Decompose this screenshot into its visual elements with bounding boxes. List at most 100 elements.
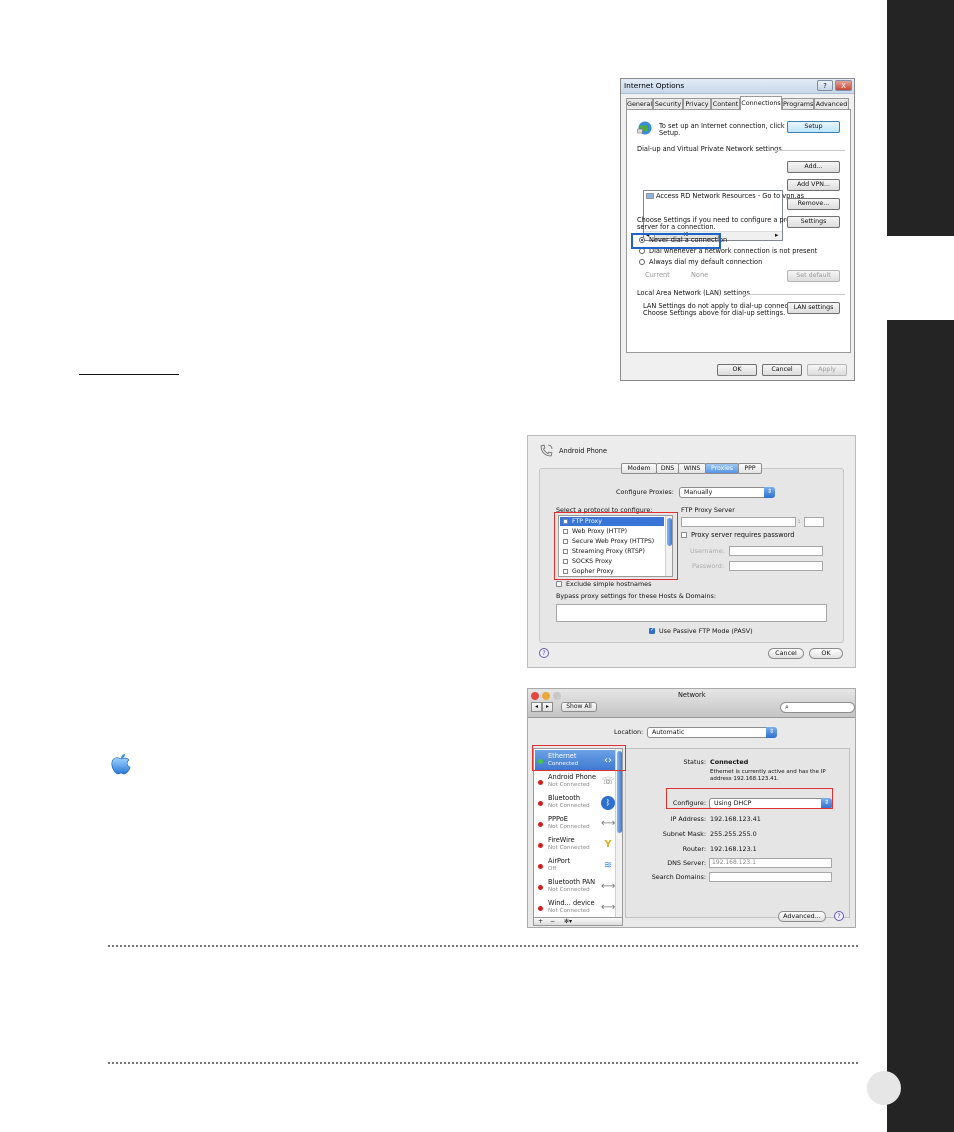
dialup-list-item[interactable]: Access RD Network Resources - Go to vpn.…	[656, 192, 804, 201]
tab-wins[interactable]: WINS	[678, 463, 706, 474]
gear-icon[interactable]: ✻▾	[564, 918, 572, 925]
service-airport[interactable]: AirPort Off ≋	[535, 855, 616, 876]
service-android-phone[interactable]: Android Phone Not Connected ☏	[535, 771, 616, 792]
service-bluetooth-pan[interactable]: Bluetooth PAN Not Connected ⟷	[535, 876, 616, 897]
advanced-button[interactable]: Advanced...	[778, 911, 826, 922]
add-button[interactable]: Add...	[787, 161, 840, 173]
set-default-button[interactable]: Set default	[787, 270, 840, 282]
proxy-server-input[interactable]	[681, 517, 796, 527]
service-pppoe[interactable]: PPPoE Not Connected ⟷	[535, 813, 616, 834]
tab-content[interactable]: Content	[711, 98, 740, 109]
ok-button[interactable]: OK	[717, 364, 757, 376]
arrows-icon: ⟷	[601, 902, 616, 913]
service-list[interactable]: Ethernet Connected ‹› Android Phone Not Con…	[533, 748, 623, 918]
settings-button[interactable]: Settings	[787, 216, 840, 228]
remove-button[interactable]: Remove...	[787, 198, 840, 210]
back-button[interactable]: ◂	[531, 702, 542, 712]
tab-connections[interactable]: Connections	[740, 96, 782, 110]
close-button[interactable]: X	[835, 80, 852, 91]
cancel-button[interactable]: Cancel	[768, 648, 804, 659]
passive-ftp-label[interactable]: Use Passive FTP Mode (PASV)	[659, 627, 753, 636]
tab-privacy[interactable]: Privacy	[683, 98, 711, 109]
service-bluetooth[interactable]: Bluetooth Not Connected ᛒ	[535, 792, 616, 813]
service-status: Not Connected	[548, 803, 590, 809]
never-dial-highlight	[631, 233, 721, 249]
location-popup[interactable]: Automatic ⇕	[647, 727, 777, 738]
add-service-button[interactable]: +	[538, 918, 543, 925]
status-dot	[538, 843, 543, 848]
lan-text-2: Choose Settings above for dial-up settin…	[643, 309, 786, 317]
minimize-window-button[interactable]	[542, 692, 550, 700]
ethernet-highlight	[532, 745, 626, 771]
apply-button[interactable]: Apply	[807, 364, 847, 376]
requires-password-label[interactable]: Proxy server requires password	[691, 531, 794, 540]
bypass-label: Bypass proxy settings for these Hosts & …	[556, 592, 717, 600]
tab-advanced[interactable]: Advanced	[814, 98, 849, 109]
exclude-simple-label[interactable]: Exclude simple hostnames	[566, 580, 651, 589]
help-button[interactable]: ?	[817, 80, 833, 91]
status-dot	[538, 780, 543, 785]
popup-arrows-icon: ⇕	[764, 487, 775, 498]
always-dial-radio[interactable]	[639, 259, 645, 265]
tab-general[interactable]: General	[626, 98, 653, 109]
cancel-button[interactable]: Cancel	[762, 364, 802, 376]
bypass-hosts-input[interactable]	[556, 604, 827, 622]
lan-group-line	[739, 294, 845, 295]
wifi-icon: ≋	[603, 860, 613, 871]
forward-button[interactable]: ▸	[542, 702, 553, 712]
status-dot	[538, 906, 543, 911]
arrows-icon: ⟷	[601, 881, 616, 892]
tab-security[interactable]: Security	[653, 98, 683, 109]
arrows-icon: ⟷	[601, 818, 616, 829]
zoom-window-button[interactable]	[553, 692, 561, 700]
proxy-help-text-2: server for a connection.	[637, 223, 716, 231]
requires-password-checkbox[interactable]	[681, 532, 687, 538]
ethernet-detail-panel: Status: Connected Ethernet is currently …	[625, 748, 850, 922]
setup-button[interactable]: Setup	[787, 121, 840, 133]
window-title: Internet Options	[624, 81, 685, 90]
configure-proxies-popup[interactable]: Manually ⇕	[679, 487, 775, 498]
service-scrollbar[interactable]	[615, 749, 622, 917]
service-wind-device[interactable]: Wind... device Not Connected ⟷	[535, 897, 616, 918]
tab-programs[interactable]: Programs	[782, 98, 814, 109]
tab-proxies[interactable]: Proxies	[705, 463, 739, 474]
help-button[interactable]: ?	[539, 648, 549, 658]
status-label: Status:	[683, 758, 706, 766]
dial-whenever-label[interactable]: Dial whenever a network connection is no…	[649, 247, 817, 256]
always-dial-label[interactable]: Always dial my default connection	[649, 258, 762, 267]
passive-ftp-checkbox[interactable]	[649, 626, 655, 634]
dialog-title: Android Phone	[559, 447, 608, 455]
search-field[interactable]: ⌕	[780, 702, 855, 713]
exclude-simple-checkbox[interactable]	[556, 581, 562, 587]
proxy-port-input[interactable]	[804, 517, 824, 527]
phone-icon: ☏	[601, 776, 615, 787]
close-window-button[interactable]	[531, 692, 539, 700]
ok-button[interactable]: OK	[809, 648, 843, 659]
service-firewire[interactable]: FireWire Not Connected Y	[535, 834, 616, 855]
bluetooth-icon: ᛒ	[601, 796, 615, 810]
tab-ppp[interactable]: PPP	[738, 463, 762, 474]
add-vpn-button[interactable]: Add VPN...	[787, 179, 840, 191]
configure-proxies-value: Manually	[684, 489, 713, 496]
scroll-right-arrow[interactable]: ▸	[775, 231, 778, 240]
dns-server-input[interactable]: 192.168.123.1	[709, 858, 832, 868]
help-button[interactable]: ?	[834, 911, 844, 921]
password-input[interactable]	[729, 561, 823, 571]
service-name: Wind... device	[548, 899, 595, 907]
apple-icon	[111, 754, 131, 775]
network-toolbar: Network ◂ ▸ Show All ⌕	[528, 689, 855, 718]
tab-dns[interactable]: DNS	[656, 463, 679, 474]
location-value: Automatic	[652, 729, 685, 736]
note-top-rule	[108, 945, 858, 947]
username-input[interactable]	[729, 546, 823, 556]
search-domains-label: Search Domains:	[651, 873, 706, 881]
lan-settings-button[interactable]: LAN settings	[787, 302, 840, 314]
connections-panel: To set up an Internet connection, click …	[626, 109, 851, 353]
tab-modem[interactable]: Modem	[621, 463, 657, 474]
search-domains-input[interactable]	[709, 872, 832, 882]
remove-service-button[interactable]: −	[550, 918, 555, 925]
service-status: Not Connected	[548, 887, 590, 893]
status-value: Connected	[710, 758, 749, 766]
service-name: Bluetooth PAN	[548, 878, 596, 886]
show-all-button[interactable]: Show All	[561, 702, 597, 712]
